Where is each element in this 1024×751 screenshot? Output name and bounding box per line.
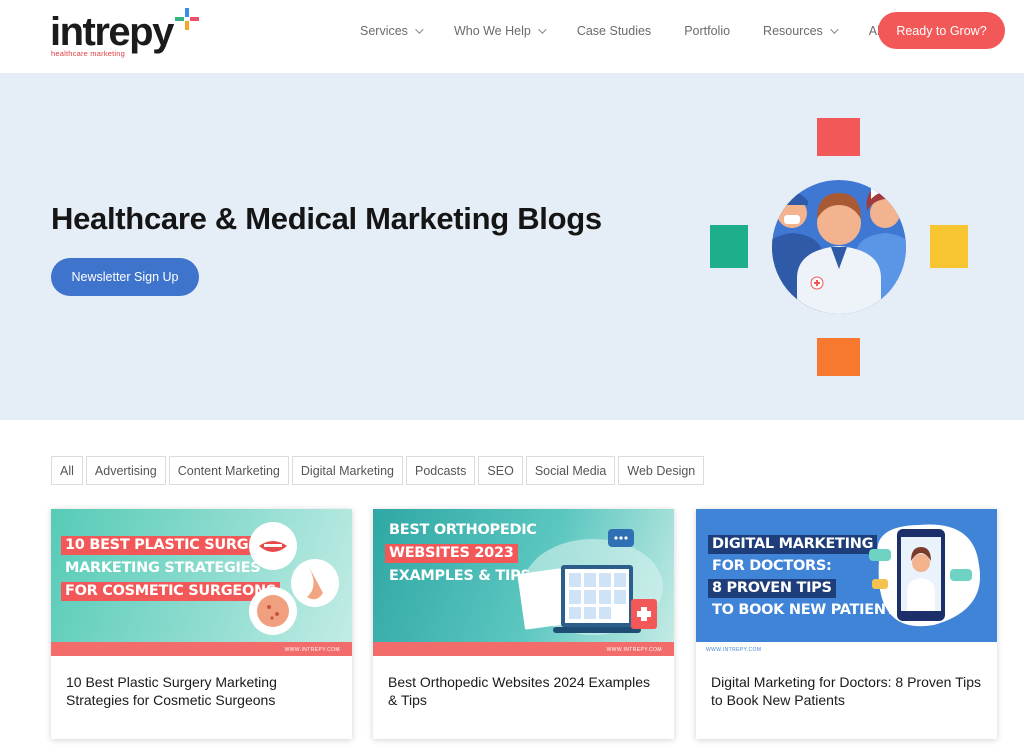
blog-card-digital-marketing-doctors[interactable]: DIGITAL MARKETING FOR DOCTORS: 8 PROVEN … bbox=[696, 509, 997, 739]
orange-square-shape bbox=[817, 338, 860, 376]
nav-resources[interactable]: Resources bbox=[763, 24, 839, 38]
nav-portfolio[interactable]: Portfolio bbox=[684, 24, 730, 38]
site-header: intrepy healthcare marketing Services Wh… bbox=[0, 0, 1024, 73]
filter-all[interactable]: All bbox=[51, 456, 83, 485]
nav-services[interactable]: Services bbox=[360, 24, 424, 38]
brand-logo[interactable]: intrepy healthcare marketing bbox=[50, 8, 200, 62]
brand-name: intrepy bbox=[50, 10, 174, 54]
nav-who-we-help-label: Who We Help bbox=[453, 24, 531, 38]
filter-advertising[interactable]: Advertising bbox=[85, 456, 166, 485]
chevron-down-icon bbox=[415, 25, 424, 34]
card-title[interactable]: Best Orthopedic Websites 2024 Examples &… bbox=[388, 673, 663, 709]
card-thumbnail[interactable]: DIGITAL MARKETING FOR DOCTORS: 8 PROVEN … bbox=[696, 509, 997, 656]
filter-digital-marketing[interactable]: Digital Marketing bbox=[291, 456, 403, 485]
cosmetic-icons-illustration bbox=[249, 522, 339, 635]
thumb-line: FOR DOCTORS: bbox=[712, 558, 832, 574]
thumb-site-url: WWW.INTREPY.COM bbox=[706, 647, 762, 653]
filter-seo[interactable]: SEO bbox=[478, 456, 523, 485]
nav-portfolio-label: Portfolio bbox=[684, 24, 731, 38]
filter-podcasts[interactable]: Podcasts bbox=[405, 456, 476, 485]
card-title[interactable]: 10 Best Plastic Surgery Marketing Strate… bbox=[66, 673, 341, 709]
thumb-line: MARKETING STRATEGIES bbox=[65, 560, 261, 576]
nav-case-studies[interactable]: Case Studies bbox=[577, 24, 651, 38]
page-title: Healthcare & Medical Marketing Blogs bbox=[51, 201, 602, 236]
filter-web-design[interactable]: Web Design bbox=[618, 456, 705, 485]
thumb-line: WEBSITES 2023 bbox=[385, 544, 518, 563]
thumb-strip: WWW.INTREPY.COM bbox=[51, 642, 352, 656]
blog-card-orthopedic-websites[interactable]: BEST ORTHOPEDIC WEBSITES 2023 EXAMPLES &… bbox=[373, 509, 674, 739]
brand-tagline: healthcare marketing bbox=[51, 49, 126, 58]
chevron-down-icon bbox=[537, 25, 547, 34]
chevron-down-icon bbox=[829, 25, 839, 34]
nav-services-label: Services bbox=[360, 24, 408, 38]
nav-who-we-help[interactable]: Who We Help bbox=[453, 24, 547, 38]
blog-card-plastic-surgery[interactable]: 10 BEST PLASTIC SURGERY MARKETING STRATE… bbox=[51, 509, 352, 739]
hero-section: Healthcare & Medical Marketing Blogs New… bbox=[0, 73, 1024, 420]
newsletter-signup-button[interactable]: Newsletter Sign Up bbox=[51, 258, 199, 296]
thumb-site-url: WWW.INTREPY.COM bbox=[284, 647, 340, 653]
main-nav: Services Who We Help Case Studies Portfo… bbox=[360, 0, 934, 62]
category-filters: All Advertising Content Marketing Digita… bbox=[51, 456, 707, 485]
ready-to-grow-button[interactable]: Ready to Grow? bbox=[878, 12, 1005, 49]
logo-plus-icon bbox=[175, 8, 199, 30]
yellow-square-shape bbox=[930, 225, 968, 268]
card-thumbnail[interactable]: 10 BEST PLASTIC SURGERY MARKETING STRATE… bbox=[51, 509, 352, 656]
nav-resources-label: Resources bbox=[763, 24, 823, 38]
card-title[interactable]: Digital Marketing for Doctors: 8 Proven … bbox=[711, 673, 986, 709]
green-square-shape bbox=[710, 225, 748, 268]
medical-team-illustration bbox=[710, 118, 968, 376]
thumb-site-url: WWW.INTREPY.COM bbox=[606, 647, 662, 653]
doctor-phone-illustration bbox=[869, 524, 981, 627]
filter-social-media[interactable]: Social Media bbox=[525, 456, 616, 485]
thumb-line: 8 PROVEN TIPS bbox=[708, 579, 836, 598]
thumb-line: DIGITAL MARKETING bbox=[708, 535, 878, 554]
red-square-shape bbox=[817, 118, 860, 156]
thumb-strip: WWW.INTREPY.COM bbox=[696, 642, 997, 656]
filter-content-marketing[interactable]: Content Marketing bbox=[168, 456, 289, 485]
website-mockup-illustration bbox=[517, 529, 663, 635]
card-thumbnail[interactable]: BEST ORTHOPEDIC WEBSITES 2023 EXAMPLES &… bbox=[373, 509, 674, 656]
nav-case-studies-label: Case Studies bbox=[576, 24, 652, 38]
thumb-strip: WWW.INTREPY.COM bbox=[373, 642, 674, 656]
